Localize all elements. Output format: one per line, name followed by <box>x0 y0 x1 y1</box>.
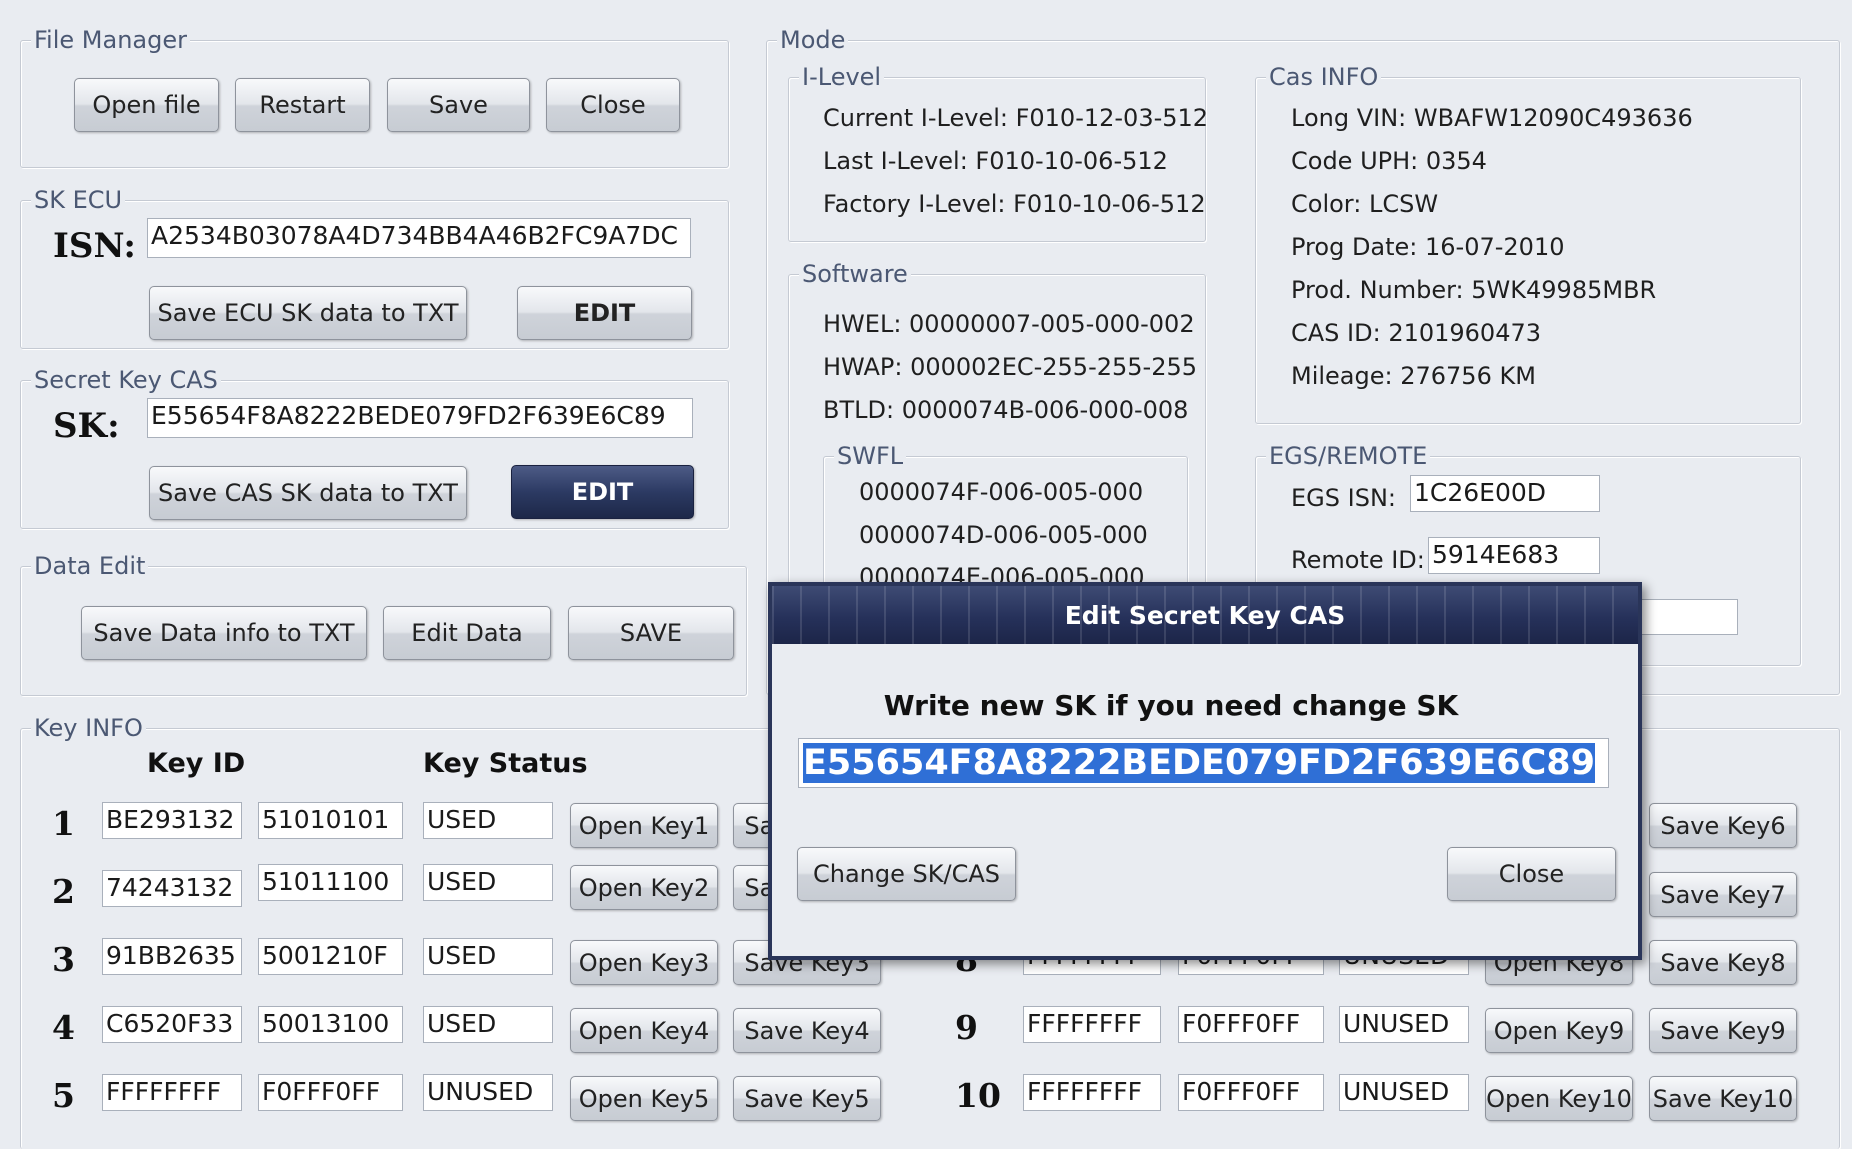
key-info-legend: Key INFO <box>31 713 146 743</box>
key-number: 9 <box>955 1008 978 1047</box>
open-key-button[interactable]: Open Key4 <box>570 1008 718 1053</box>
key-number: 3 <box>52 940 75 979</box>
mode-legend: Mode <box>777 25 849 55</box>
key-number: 1 <box>52 804 75 843</box>
egs-remote-legend: EGS/REMOTE <box>1266 441 1431 471</box>
key-id-field[interactable]: FFFFFFFF <box>102 1074 242 1111</box>
dialog-sk-input[interactable]: E55654F8A8222BEDE079FD2F639E6C89 <box>798 738 1609 788</box>
swfl-item: 0000074D-006-005-000 <box>859 521 1148 549</box>
dialog-sk-selected-text: E55654F8A8222BEDE079FD2F639E6C89 <box>803 743 1595 783</box>
key-code-field[interactable]: 5001210F <box>258 938 403 975</box>
isn-field[interactable]: A2534B03078A4D734BB4A46B2FC9A7DC <box>147 218 691 258</box>
cas-info-legend: Cas INFO <box>1266 62 1382 92</box>
save-key-button[interactable]: Save Key4 <box>733 1008 881 1053</box>
ilevel-legend: I-Level <box>799 62 885 92</box>
key-id-field[interactable]: FFFFFFFF <box>1023 1006 1161 1043</box>
open-key-button[interactable]: Open Key10 <box>1485 1076 1633 1121</box>
dialog-close-button[interactable]: Close <box>1447 847 1616 901</box>
key-id-header: Key ID <box>147 748 246 779</box>
save-key-button[interactable]: Save Key9 <box>1649 1008 1797 1053</box>
current-ilevel: Current I-Level: F010-12-03-512 <box>823 104 1209 132</box>
edit-data-button[interactable]: Edit Data <box>383 606 551 660</box>
open-key-button[interactable]: Open Key1 <box>570 803 718 848</box>
open-key-button[interactable]: Open Key2 <box>570 865 718 910</box>
egs-isn-field[interactable]: 1C26E00D <box>1410 475 1600 512</box>
key-status-field[interactable]: UNUSED <box>423 1074 553 1111</box>
swfl-item: 0000074F-006-005-000 <box>859 478 1144 506</box>
sk-field[interactable]: E55654F8A8222BEDE079FD2F639E6C89 <box>147 398 693 438</box>
save-key-button[interactable]: Save Key10 <box>1649 1076 1797 1121</box>
code-uph: Code UPH: 0354 <box>1291 147 1487 175</box>
open-key-button[interactable]: Open Key9 <box>1485 1008 1633 1053</box>
hwap-value: HWAP: 000002EC-255-255-255 <box>823 353 1198 381</box>
key-code-field[interactable]: F0FFF0FF <box>1178 1074 1324 1111</box>
save-key-button[interactable]: Save Key8 <box>1649 940 1797 985</box>
save-button[interactable]: Save <box>387 78 530 132</box>
save-key-button[interactable]: Save Key5 <box>733 1076 881 1121</box>
color: Color: LCSW <box>1291 190 1439 218</box>
key-code-field[interactable]: 50013100 <box>258 1006 403 1043</box>
hwel-value: HWEL: 00000007-005-000-002 <box>823 310 1195 338</box>
data-edit-legend: Data Edit <box>31 551 149 581</box>
key-code-field[interactable]: 51011100 <box>258 864 403 901</box>
change-sk-cas-button[interactable]: Change SK/CAS <box>797 847 1016 901</box>
isn-label: ISN: <box>53 226 136 266</box>
key-code-field[interactable]: F0FFF0FF <box>258 1074 403 1111</box>
dialog-prompt: Write new SK if you need change SK <box>883 689 1459 722</box>
prod-number: Prod. Number: 5WK49985MBR <box>1291 276 1657 304</box>
mileage: Mileage: 276756 KM <box>1291 362 1536 390</box>
cas-id: CAS ID: 2101960473 <box>1291 319 1542 347</box>
key-number: 5 <box>52 1076 75 1115</box>
save-cas-sk-txt-button[interactable]: Save CAS SK data to TXT <box>149 466 467 520</box>
key-status-field[interactable]: USED <box>423 1006 553 1043</box>
file-manager-legend: File Manager <box>31 25 190 55</box>
remote-id-label: Remote ID: <box>1291 546 1425 574</box>
sk-label: SK: <box>53 406 120 446</box>
last-ilevel: Last I-Level: F010-10-06-512 <box>823 147 1168 175</box>
dialog-title[interactable]: Edit Secret Key CAS <box>772 586 1638 644</box>
key-code-field[interactable]: F0FFF0FF <box>1178 1006 1324 1043</box>
secret-key-cas-legend: Secret Key CAS <box>31 365 221 395</box>
key-status-field[interactable]: UNUSED <box>1339 1006 1469 1043</box>
open-key-button[interactable]: Open Key5 <box>570 1076 718 1121</box>
key-id-field[interactable]: FFFFFFFF <box>1023 1074 1161 1111</box>
key-status-field[interactable]: USED <box>423 864 553 901</box>
key-code-field[interactable]: 51010101 <box>258 802 403 839</box>
key-number: 4 <box>52 1008 75 1047</box>
key-status-header: Key Status <box>423 748 588 779</box>
key-status-field[interactable]: USED <box>423 802 553 839</box>
save-key-button[interactable]: Save Key6 <box>1649 803 1797 848</box>
edit-ecu-sk-button[interactable]: EDIT <box>517 286 692 340</box>
software-legend: Software <box>799 259 911 289</box>
open-key-button[interactable]: Open Key3 <box>570 940 718 985</box>
btld-value: BTLD: 0000074B-006-000-008 <box>823 396 1189 424</box>
sk-ecu-legend: SK ECU <box>31 185 126 215</box>
save-key-button[interactable]: Save Key7 <box>1649 872 1797 917</box>
egs-isn-label: EGS ISN: <box>1291 484 1396 512</box>
factory-ilevel: Factory I-Level: F010-10-06-512 <box>823 190 1206 218</box>
save-data-info-txt-button[interactable]: Save Data info to TXT <box>81 606 367 660</box>
key-id-field[interactable]: 74243132 <box>102 870 242 907</box>
save-ecu-sk-txt-button[interactable]: Save ECU SK data to TXT <box>149 286 467 340</box>
key-id-field[interactable]: C6520F33 <box>102 1006 242 1043</box>
edit-sk-dialog: Edit Secret Key CAS Write new SK if you … <box>768 582 1642 960</box>
key-status-field[interactable]: UNUSED <box>1339 1074 1469 1111</box>
close-button[interactable]: Close <box>546 78 680 132</box>
key-id-field[interactable]: BE293132 <box>102 802 242 839</box>
edit-cas-sk-button[interactable]: EDIT <box>511 465 694 519</box>
key-number: 2 <box>52 872 75 911</box>
prog-date: Prog Date: 16-07-2010 <box>1291 233 1565 261</box>
swfl-legend: SWFL <box>834 441 907 471</box>
long-vin: Long VIN: WBAFW12090C493636 <box>1291 104 1693 132</box>
key-number: 10 <box>955 1076 1001 1115</box>
key-id-field[interactable]: 91BB2635 <box>102 938 242 975</box>
restart-button[interactable]: Restart <box>235 78 370 132</box>
save-data-button[interactable]: SAVE <box>568 606 734 660</box>
key-status-field[interactable]: USED <box>423 938 553 975</box>
remote-id-field[interactable]: 5914E683 <box>1428 537 1600 574</box>
open-file-button[interactable]: Open file <box>74 78 219 132</box>
